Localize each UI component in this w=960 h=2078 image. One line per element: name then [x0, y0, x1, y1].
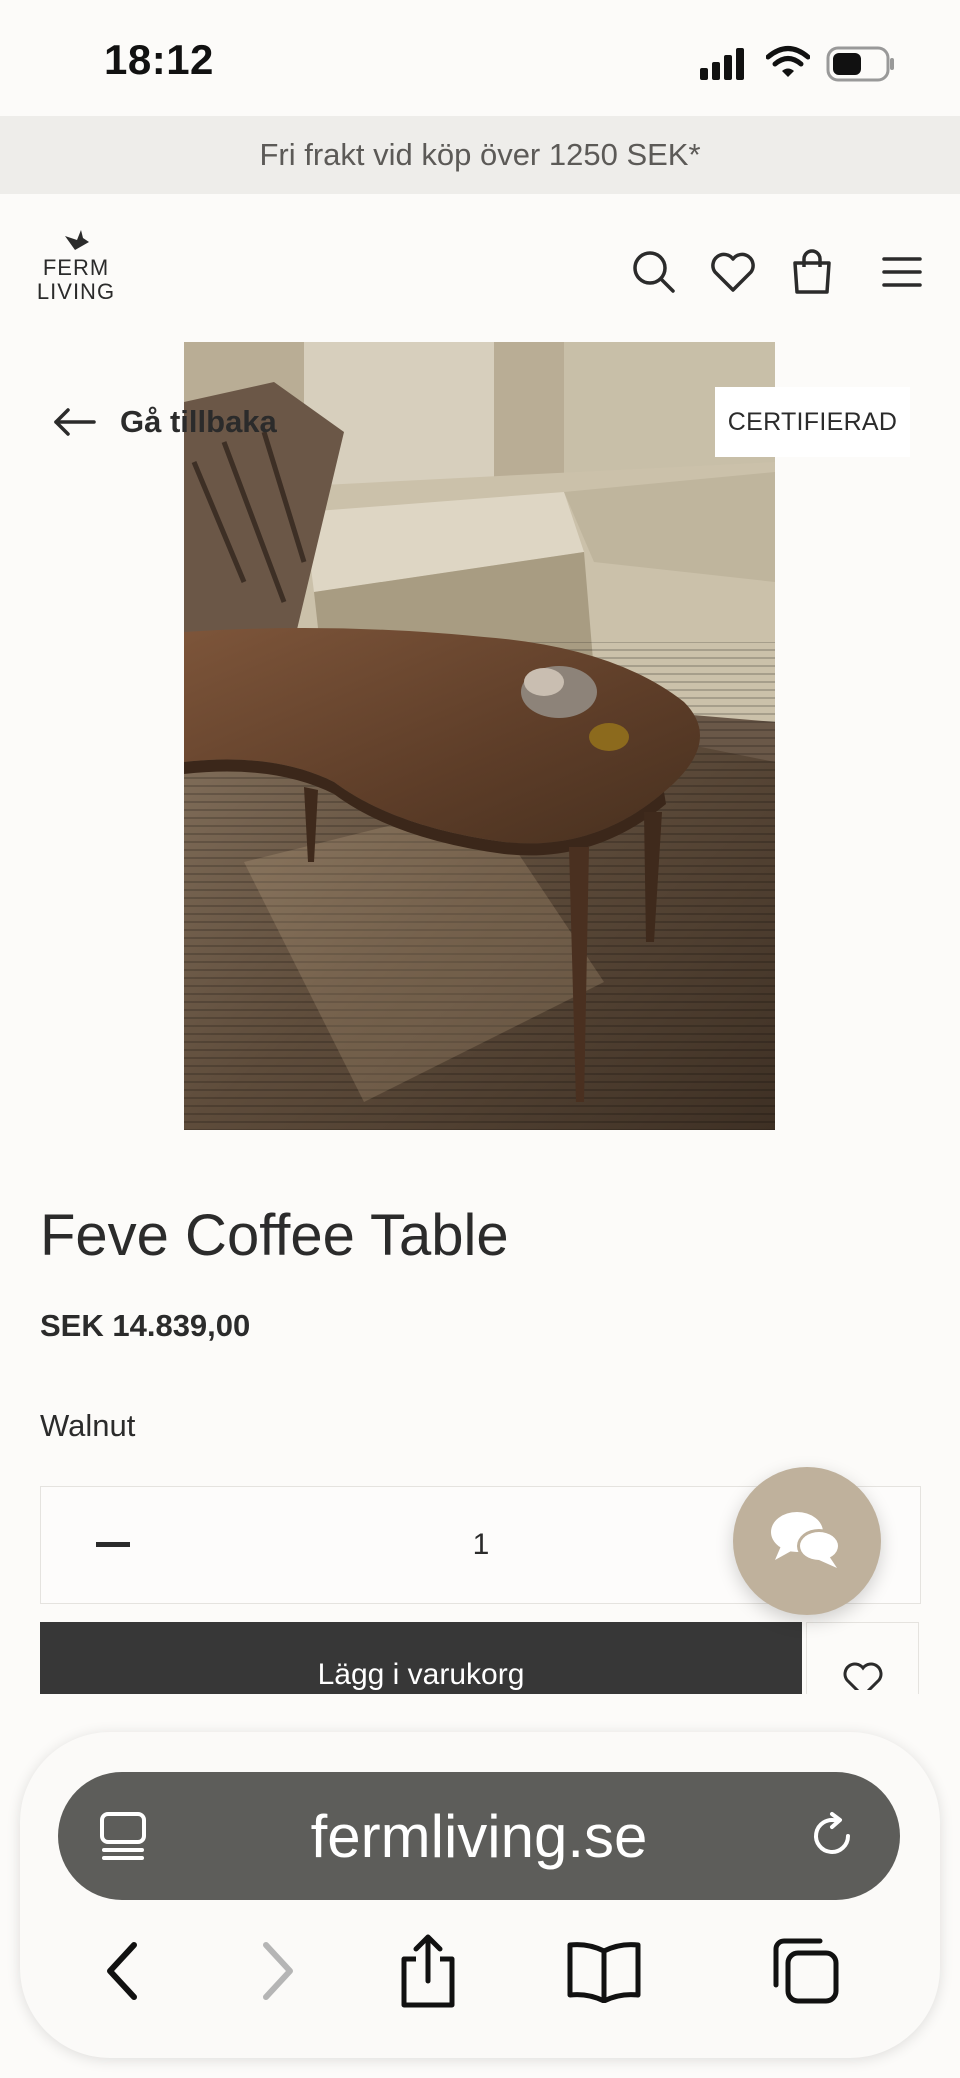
share-icon[interactable] [388, 1934, 468, 2008]
chat-bubbles-icon [771, 1512, 841, 1568]
tabs-icon[interactable] [766, 1936, 846, 2006]
search-icon[interactable] [628, 246, 680, 298]
status-bar: 18:12 [0, 0, 960, 116]
url-text[interactable]: fermliving.se [58, 1772, 900, 1900]
product-variant: Walnut [40, 1408, 136, 1443]
product-title: Feve Coffee Table [40, 1203, 509, 1268]
heart-icon[interactable] [707, 246, 759, 298]
bag-icon[interactable] [786, 246, 838, 298]
product-image[interactable] [184, 342, 775, 1130]
logo-line1: FERM [42, 255, 110, 280]
menu-icon[interactable] [876, 246, 928, 298]
logo[interactable]: FERM LIVING [36, 228, 116, 304]
product-photo-illustration [184, 342, 775, 1130]
logo-line2: LIVING [36, 279, 116, 304]
reload-icon[interactable] [806, 1810, 858, 1862]
bird-logo-icon [65, 230, 89, 250]
status-time: 18:12 [104, 36, 214, 83]
bookmarks-icon[interactable] [564, 1936, 644, 2006]
wifi-icon [766, 46, 810, 77]
signal-icon [700, 48, 744, 80]
address-bar[interactable]: fermliving.se [58, 1772, 900, 1900]
minus-icon[interactable] [96, 1542, 130, 1547]
promo-banner: Fri frakt vid köp över 1250 SEK* [0, 116, 960, 194]
back-icon[interactable] [82, 1936, 162, 2006]
battery-icon [826, 46, 894, 82]
chat-button[interactable] [733, 1467, 881, 1615]
heart-outline-icon [843, 1662, 882, 1690]
product-price: SEK 14.839,00 [40, 1308, 251, 1343]
arrow-left-icon [54, 408, 96, 436]
forward-icon[interactable] [238, 1936, 318, 2006]
wishlist-button[interactable] [806, 1622, 919, 1694]
certified-badge: CERTIFIERAD [715, 387, 910, 457]
back-link[interactable]: Gå tillbaka [52, 396, 277, 448]
back-label: Gå tillbaka [120, 404, 277, 439]
add-to-cart-button[interactable]: Lägg i varukorg [40, 1622, 802, 1694]
